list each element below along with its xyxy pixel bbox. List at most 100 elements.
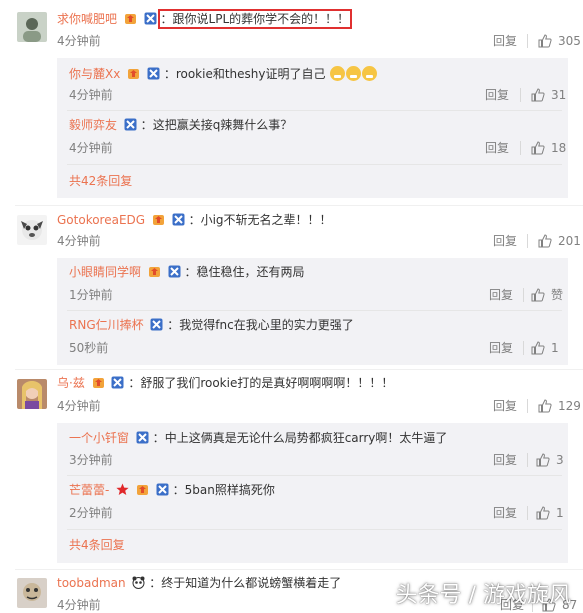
username[interactable]: RNG仁川捧杯 [69,318,144,332]
like-button[interactable]: 305 [538,33,581,49]
colon: ： [140,118,153,132]
level-badge-icon [168,265,181,278]
reply-box: 小眼睛同学啊 ：稳住稳住，还有两局 1分钟前 回复 赞 RNG仁川捧杯 ：我觉得… [57,258,568,365]
colon: ： [172,483,185,497]
like-button[interactable]: 129 [538,398,581,414]
colon: ： [167,318,180,332]
level-badge-icon [124,118,137,131]
timestamp: 4分钟前 [57,34,101,48]
reply-item: 芒蕾蕾- ：5ban照样搞死你 2分钟前 回复 1 [57,476,568,528]
comment-line: 求你喊肥吧 ：跟你说LPL的葬你学不会的！！！ [57,9,353,29]
like-count: 31 [551,88,567,102]
reply-button[interactable]: 回复 [493,452,517,468]
thumbs-up-icon [538,399,552,413]
colon: ： [128,376,141,390]
reply-line: 你与麓Xx ：rookie和theshy证明了自己 [69,66,378,82]
avatar[interactable] [17,578,47,608]
comment: 乌·兹 ：舒服了我们rookie打的是真好啊啊啊啊！！！！ 4分钟前 回复 12… [0,370,583,568]
divider [527,399,528,413]
comment-line: toobadman ：终于知道为什么都说螃蟹横着走了 [57,575,341,591]
like-count: 1 [556,506,564,520]
colon: ： [163,67,176,81]
like-count: 305 [558,34,581,48]
reply-line: RNG仁川捧杯 ：我觉得fnc在我心里的实力更强了 [69,317,354,333]
level-badge-icon [147,67,160,80]
reply-text: 中上这俩真是无论什么局势都疯狂carry啊！太牛逼了 [164,431,448,445]
avatar-image [17,578,47,608]
thumbs-up-icon [538,234,552,248]
avatar-image [17,12,47,42]
username[interactable]: toobadman [57,576,126,590]
username[interactable]: 小眼睛同学啊 [69,265,141,279]
comment: 求你喊肥吧 ：跟你说LPL的葬你学不会的！！！ 4分钟前 回复 305 你与麓X… [0,0,583,205]
timestamp: 4分钟前 [69,141,113,155]
timestamp: 4分钟前 [57,234,101,248]
view-more-replies-link[interactable]: 共42条回复 [69,173,132,189]
watermark: 头条号 / 游戏旋风 [395,583,571,608]
view-more-replies-link[interactable]: 共4条回复 [69,537,125,553]
reply-button[interactable]: 回复 [493,505,517,521]
username[interactable]: 芒蕾蕾- [69,483,109,497]
like-button[interactable]: 31 [531,87,566,103]
avatar[interactable] [17,379,47,409]
like-count: 129 [558,399,581,413]
vip-badge-icon [124,14,136,24]
reply-line: 芒蕾蕾- ：5ban照样搞死你 [69,482,275,498]
thumbs-up-icon [538,34,552,48]
like-button[interactable]: 3 [536,452,564,468]
reply-item: 小眼睛同学啊 ：稳住稳住，还有两局 1分钟前 回复 赞 [57,258,568,310]
reply-button[interactable]: 回复 [493,398,517,414]
username[interactable]: 你与麓Xx [69,67,120,81]
vip-badge-icon [152,215,164,225]
like-count: 1 [551,341,559,355]
username[interactable]: GotokoreaEDG [57,213,145,227]
comment-text: 跟你说LPL的葬你学不会的！！！ [172,12,350,26]
avatar-image [17,379,47,409]
like-button[interactable]: 赞 [531,287,563,303]
reply-box: 你与麓Xx ：rookie和theshy证明了自己 4分钟前 回复 31 毅师弈… [57,58,568,198]
timestamp: 4分钟前 [57,598,101,612]
like-count: 3 [556,453,564,467]
username[interactable]: 乌·兹 [57,376,85,390]
thumbs-up-icon [531,141,545,155]
comment-line: 乌·兹 ：舒服了我们rookie打的是真好啊啊啊啊！！！！ [57,375,393,391]
thumbs-up-icon [531,288,545,302]
like-button[interactable]: 201 [538,233,581,249]
reply-item: 一个小钎窗 ：中上这俩真是无论什么局势都疯狂carry啊！太牛逼了 3分钟前 回… [57,423,568,475]
timestamp: 4分钟前 [57,399,101,413]
divider [520,141,521,155]
reply-button[interactable]: 回复 [493,233,517,249]
level-badge-icon [172,213,185,226]
avatar[interactable] [17,12,47,42]
reply-line: 毅师弈友 ：这把赢关接q辣舞什么事？ [69,117,292,133]
like-button[interactable]: 18 [531,140,566,156]
username[interactable]: 一个小钎窗 [69,431,129,445]
reply-button[interactable]: 回复 [485,87,509,103]
like-count: 201 [558,234,581,248]
avatar-image [17,215,47,245]
comment-line: GotokoreaEDG ：小ig不斩无名之辈！！！ [57,212,332,228]
like-button[interactable]: 1 [536,505,564,521]
divider [523,288,524,302]
colon: ： [160,12,173,26]
reply-line: 小眼睛同学啊 ：稳住稳住，还有两局 [69,264,305,280]
avatar[interactable] [17,215,47,245]
username[interactable]: 求你喊肥吧 [57,12,117,26]
reply-button[interactable]: 回复 [485,140,509,156]
timestamp: 3分钟前 [69,453,113,467]
vip-badge-icon [92,378,104,388]
reply-item: 你与麓Xx ：rookie和theshy证明了自己 4分钟前 回复 31 [57,58,568,110]
reply-item: RNG仁川捧杯 ：我觉得fnc在我心里的实力更强了 50秒前 回复 1 [57,311,568,363]
reply-item: 毅师弈友 ：这把赢关接q辣舞什么事？ 4分钟前 回复 18 [57,111,568,163]
reply-button[interactable]: 回复 [489,340,513,356]
like-button[interactable]: 1 [531,340,559,356]
reply-button[interactable]: 回复 [489,287,513,303]
reply-button[interactable]: 回复 [493,33,517,49]
thumbs-up-icon [531,341,545,355]
username[interactable]: 毅师弈友 [69,118,117,132]
timestamp: 4分钟前 [69,88,113,102]
vip-badge-icon [148,267,160,277]
divider [527,34,528,48]
divider [520,88,521,102]
like-count: 赞 [551,288,564,302]
